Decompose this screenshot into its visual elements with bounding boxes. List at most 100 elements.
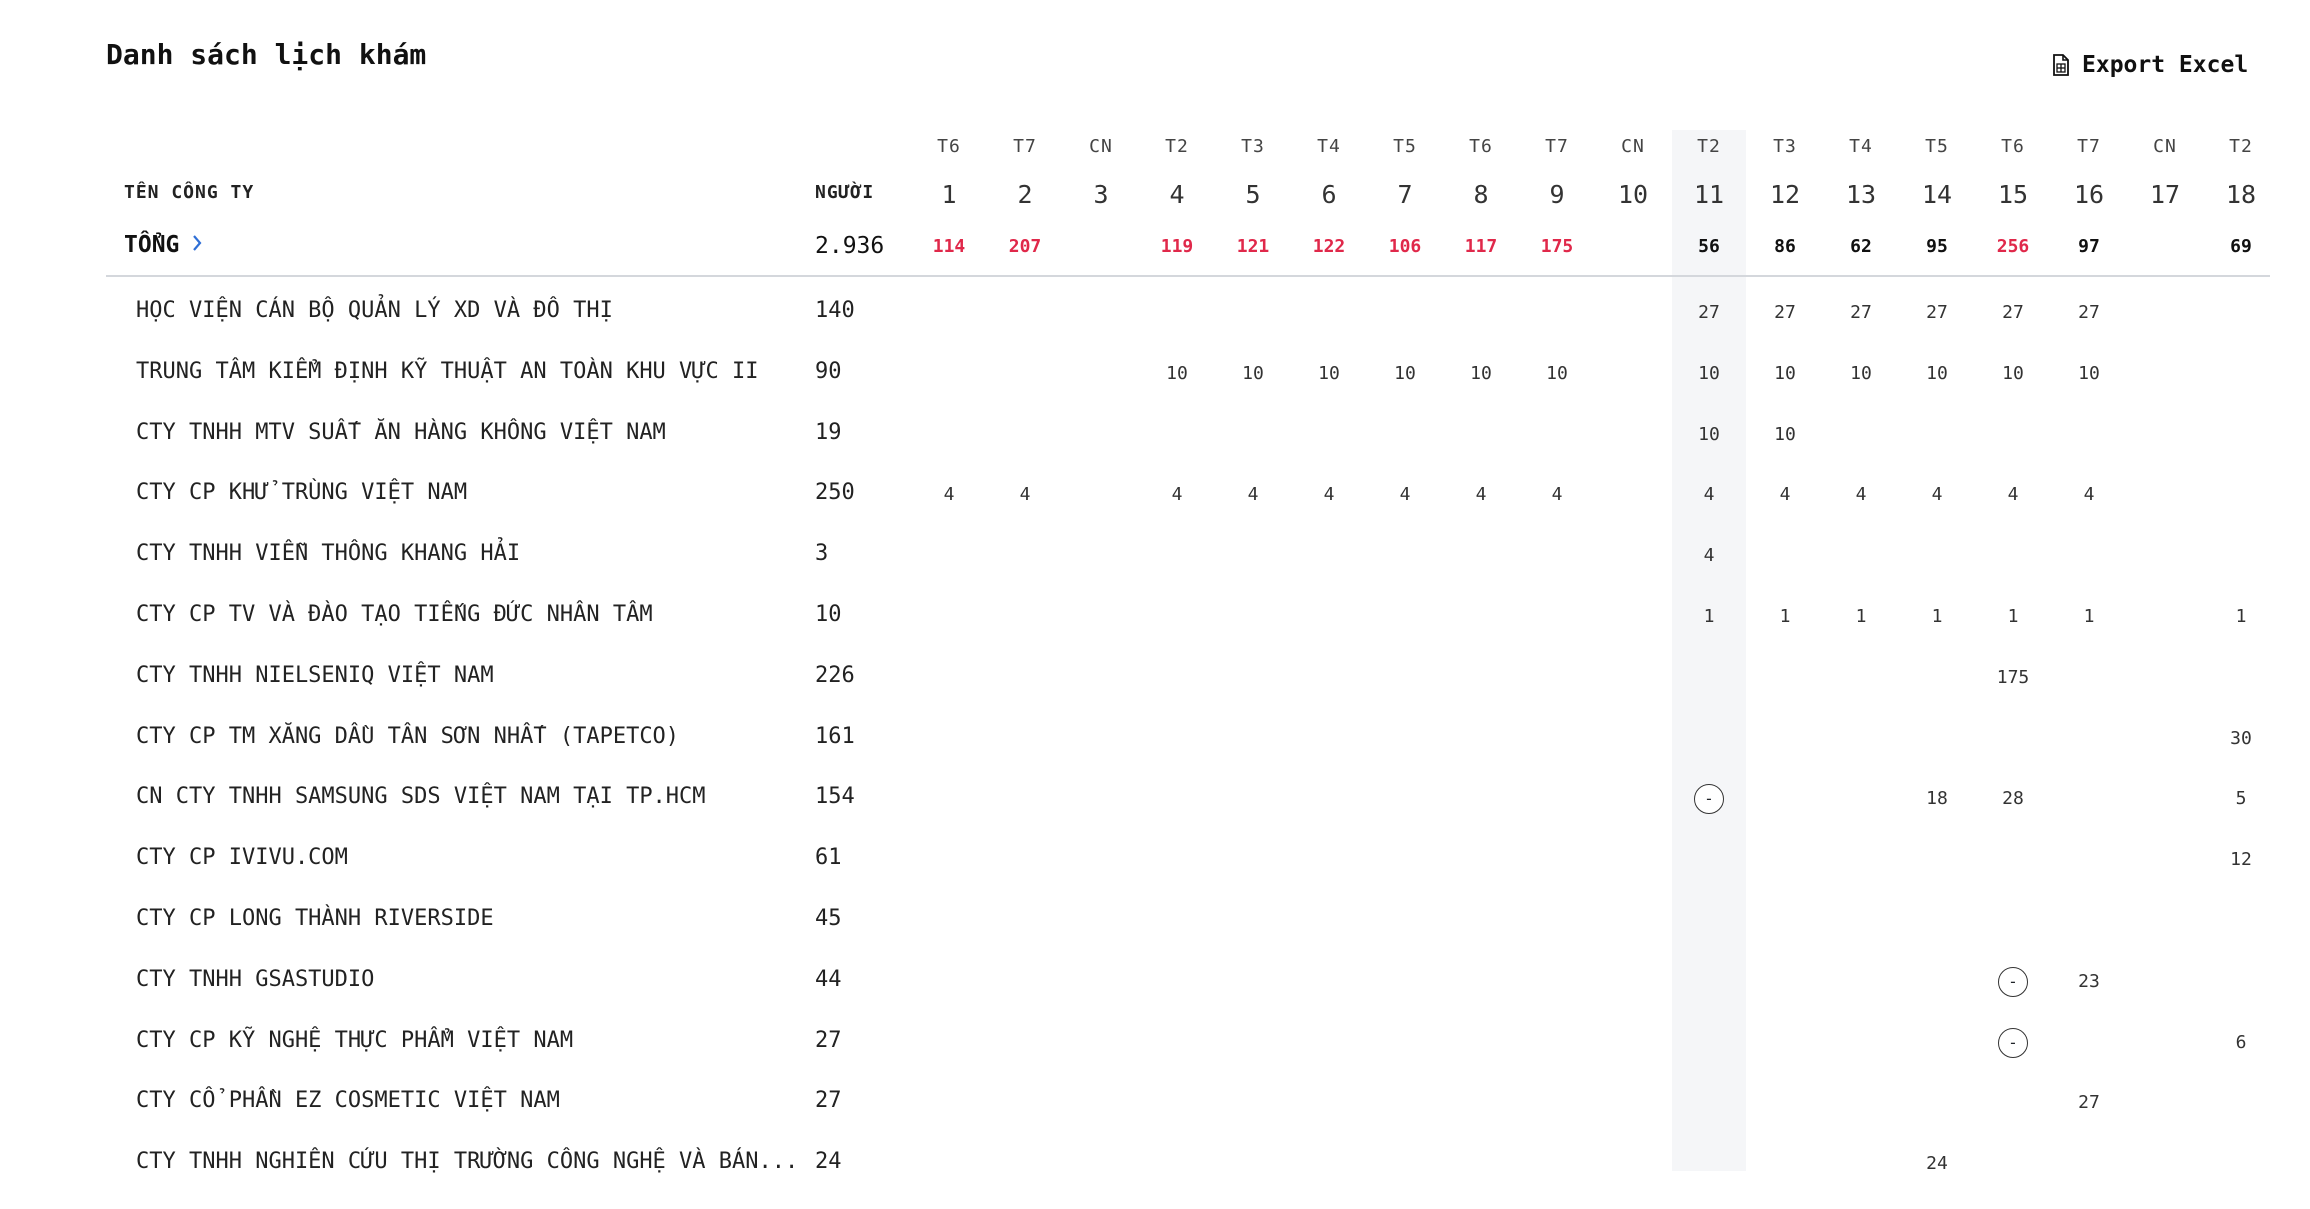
pending-slot-button[interactable]: - xyxy=(1998,966,2028,997)
appointment-count: 4 xyxy=(1399,484,1411,506)
appointment-count: 1 xyxy=(1931,606,1943,627)
page-title: Danh sách lịch khám xyxy=(106,38,427,71)
table-row[interactable]: CTY TNHH GSASTUDIO 44 - 23 xyxy=(0,966,2310,1027)
appointment-count: 27 xyxy=(1698,302,1720,323)
day-of-week-label: T4 xyxy=(1849,136,1873,157)
appointment-count: 18 xyxy=(1926,788,1948,810)
export-excel-button[interactable]: Export Excel xyxy=(2052,48,2248,82)
company-name: CTY CP LONG THÀNH RIVERSIDE xyxy=(136,906,494,931)
table-row[interactable]: CTY CỔ PHẦN EZ COSMETIC VIỆT NAM 27 27 xyxy=(0,1088,2310,1148)
appointment-count: 4 xyxy=(943,484,955,506)
total-day-value: 256 xyxy=(1996,236,2030,257)
table-row[interactable]: HỌC VIỆN CÁN BỘ QUẢN LÝ XD VÀ ĐÔ THỊ 140 2… xyxy=(0,298,2310,358)
appointment-count: 27 xyxy=(2078,302,2100,323)
appointment-count: 1 xyxy=(1779,606,1791,627)
company-name: CTY CỔ PHẦN EZ COSMETIC VIỆT NAM xyxy=(136,1088,560,1114)
company-name: CTY CP KHỬ TRÙNG VIỆT NAM xyxy=(136,480,468,506)
day-number-label: 9 xyxy=(1549,180,1565,209)
export-excel-label: Export Excel xyxy=(2082,52,2249,78)
company-name: HỌC VIỆN CÁN BỘ QUẢN LÝ XD VÀ ĐÔ THỊ xyxy=(136,298,613,323)
appointment-count: 1 xyxy=(2007,606,2019,627)
appointment-count: 4 xyxy=(1323,484,1335,506)
people-count: 226 xyxy=(815,662,855,688)
appointment-count: 10 xyxy=(2002,362,2024,384)
people-count: 90 xyxy=(815,358,842,384)
appointment-count: 4 xyxy=(1703,545,1715,567)
total-day-value: 97 xyxy=(2078,236,2100,257)
table-row[interactable]: CTY TNHH NIELSENIQ VIỆT NAM 226 175 xyxy=(0,663,2310,723)
people-count: 250 xyxy=(815,480,855,506)
day-of-week-label: CN xyxy=(1089,136,1113,157)
table-row[interactable]: CTY CP TV VÀ ĐÀO TẠO TIẾNG ĐỨC NHÂN TÂM 1… xyxy=(0,602,2310,662)
appointment-count: 4 xyxy=(1171,484,1183,506)
table-row[interactable]: CTY TNHH VIỄN THÔNG KHANG HẢI 3 4 xyxy=(0,541,2310,601)
total-day-value: 69 xyxy=(2230,236,2252,257)
day-number-label: 8 xyxy=(1473,180,1489,209)
company-name: TRUNG TÂM KIỂM ĐỊNH KỸ THUẬT AN TOÀN KHU… xyxy=(136,358,759,384)
header-divider xyxy=(106,275,2270,277)
appointment-count: 10 xyxy=(1774,362,1796,384)
day-of-week-label: T6 xyxy=(1469,136,1493,157)
appointment-count: 23 xyxy=(2078,970,2100,992)
company-name: CTY TNHH GSASTUDIO xyxy=(136,966,375,992)
company-name: CTY TNHH VIỄN THÔNG KHANG HẢI xyxy=(136,541,521,567)
table-row[interactable]: CTY CP LONG THÀNH RIVERSIDE 45 xyxy=(0,906,2310,966)
appointment-count: 4 xyxy=(1855,484,1867,506)
pending-slot-button[interactable]: - xyxy=(1998,1027,2028,1058)
table-row[interactable]: CTY TNHH MTV SUẤT ĂN HÀNG KHÔNG VIỆT NAM… xyxy=(0,420,2310,480)
day-of-week-label: T4 xyxy=(1317,136,1341,157)
appointment-count: 10 xyxy=(1242,362,1264,384)
company-name: CTY TNHH NIELSENIQ VIỆT NAM xyxy=(136,662,494,688)
total-row-toggle[interactable]: TỔNG xyxy=(124,232,203,258)
company-column-header: TÊN CÔNG TY xyxy=(124,182,255,203)
table-row[interactable]: CTY CP IVIVU.COM 61 12 xyxy=(0,845,2310,905)
day-of-week-label: T2 xyxy=(1697,136,1721,157)
appointment-count: 27 xyxy=(2078,1092,2100,1114)
appointment-count: 24 xyxy=(1926,1153,1948,1175)
appointment-count: 10 xyxy=(1850,362,1872,384)
day-of-week-label: T7 xyxy=(2077,136,2101,157)
appointment-count: 4 xyxy=(2007,484,2019,506)
people-count: 45 xyxy=(815,906,842,931)
appointment-count: 10 xyxy=(1394,362,1416,384)
people-count: 44 xyxy=(815,966,842,992)
table-row[interactable]: CTY TNHH NGHIÊN CỨU THỊ TRƯỜNG CÔNG NGHỆ… xyxy=(0,1149,2310,1209)
day-number-label: 15 xyxy=(1997,180,2029,209)
table-row[interactable]: CTY CP KHỬ TRÙNG VIỆT NAM 250 4 4 4 4 4 4 4 4 4 4 4 4… xyxy=(0,480,2310,540)
appointment-count: 30 xyxy=(2230,727,2252,749)
total-day-value: 175 xyxy=(1540,236,1574,257)
people-count: 140 xyxy=(815,298,855,323)
people-count: 10 xyxy=(815,602,842,627)
chevron-right-icon xyxy=(191,232,203,258)
day-of-week-label: T7 xyxy=(1013,136,1037,157)
table-row[interactable]: CN CTY TNHH SAMSUNG SDS VIỆT NAM TẠI TP.… xyxy=(0,784,2310,844)
pending-slot-button[interactable]: - xyxy=(1694,784,1724,815)
total-day-value: 106 xyxy=(1388,236,1422,257)
appointment-count: 12 xyxy=(2230,849,2252,871)
appointment-count: 175 xyxy=(1996,666,2030,688)
company-name: CTY TNHH NGHIÊN CỨU THỊ TRƯỜNG CÔNG NGHỆ… xyxy=(136,1149,799,1175)
appointment-count: 4 xyxy=(1703,484,1715,506)
appointment-count: 28 xyxy=(2002,788,2024,810)
table-row[interactable]: CTY CP TM XĂNG DẦU TÂN SƠN NHẤT (TAPETCO… xyxy=(0,724,2310,784)
day-number-label: 7 xyxy=(1397,180,1413,209)
table-row[interactable]: TRUNG TÂM KIỂM ĐỊNH KỸ THUẬT AN TOÀN KHU… xyxy=(0,359,2310,419)
table-row[interactable]: CTY CP KỸ NGHỆ THỰC PHẨM VIỆT NAM 27 - 6 xyxy=(0,1027,2310,1088)
day-number-label: 14 xyxy=(1921,180,1953,209)
day-number-label: 5 xyxy=(1245,180,1261,209)
total-day-value: 117 xyxy=(1464,236,1498,257)
total-day-value: 86 xyxy=(1774,236,1796,257)
appointment-count: 1 xyxy=(2235,606,2247,627)
company-name: CTY CP KỸ NGHỆ THỰC PHẨM VIỆT NAM xyxy=(136,1027,574,1053)
people-count: 27 xyxy=(815,1027,842,1053)
day-of-week-label: T5 xyxy=(1925,136,1949,157)
spreadsheet-file-icon xyxy=(2052,54,2070,76)
appointment-count: 10 xyxy=(1698,423,1720,445)
appointment-count: 27 xyxy=(1850,302,1872,323)
total-label: TỔNG xyxy=(124,232,180,258)
day-of-week-label: T3 xyxy=(1241,136,1265,157)
appointment-count: 1 xyxy=(2083,606,2095,627)
appointment-count: 10 xyxy=(1318,362,1340,384)
company-name: CTY CP TM XĂNG DẦU TÂN SƠN NHẤT (TAPETCO… xyxy=(136,723,680,749)
day-number-label: 2 xyxy=(1017,180,1033,209)
